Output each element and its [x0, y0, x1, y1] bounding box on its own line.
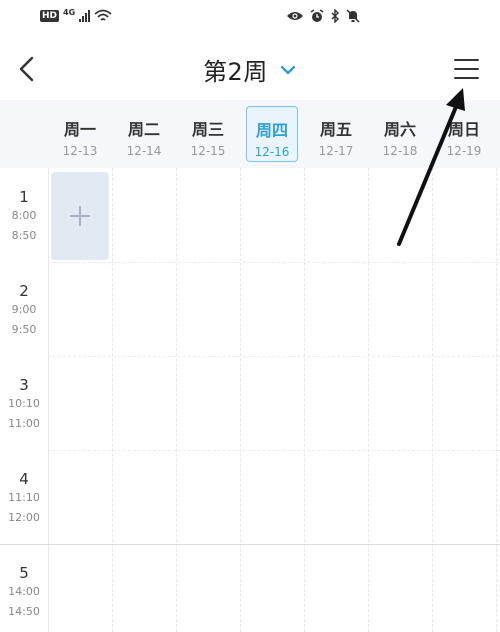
period-end-time: 14:50: [8, 605, 40, 618]
period-start-time: 9:00: [11, 303, 37, 316]
day-header-5[interactable]: 周五 12-17: [310, 106, 362, 162]
day-name: 周四: [255, 121, 288, 140]
period-number: 3: [19, 376, 29, 394]
signal-icon: [79, 10, 91, 22]
day-date: 12-17: [318, 144, 354, 158]
day-date: 12-14: [126, 144, 162, 158]
weekday-header-row: 周一 12-13 周二 12-14 周三 12-15 周四 12-16 周五 12-17 周六 12-…: [0, 100, 500, 168]
day-date: 12-15: [190, 144, 226, 158]
period-start-time: 8:00: [11, 209, 37, 222]
grid-column-line: [176, 168, 177, 632]
period-end-time: 9:50: [11, 323, 37, 336]
period-label-1: 1 8:00 8:50: [0, 188, 48, 246]
session-divider: [0, 544, 500, 545]
day-header-4[interactable]: 周四 12-16: [246, 106, 298, 162]
day-name: 周二: [127, 120, 160, 139]
menu-button[interactable]: [450, 56, 484, 82]
status-center: [286, 9, 360, 23]
grid-column-line: [432, 168, 433, 632]
status-left: HD 4G: [40, 7, 112, 23]
network-type-label: 4G: [63, 7, 76, 17]
grid-column-line: [304, 168, 305, 632]
period-label-4: 4 11:10 12:00: [0, 470, 48, 528]
day-header-2[interactable]: 周二 12-14: [118, 106, 170, 162]
grid-row-line: [48, 450, 500, 451]
wifi-icon: [94, 9, 112, 21]
week-title: 第2周: [203, 58, 268, 86]
timetable-grid: 1 8:00 8:50 2 9:00 9:50 3 10:10 11:00 4 11:10 12:00…: [0, 168, 500, 632]
day-date: 12-19: [446, 144, 482, 158]
day-header-1[interactable]: 周一 12-13: [54, 106, 106, 162]
period-number: 1: [19, 188, 29, 206]
period-start-time: 11:10: [8, 491, 40, 504]
period-start-time: 14:00: [8, 585, 40, 598]
day-name: 周三: [191, 120, 224, 139]
add-course-button[interactable]: [51, 172, 109, 260]
day-date: 12-16: [254, 145, 290, 159]
grid-row-line: [48, 356, 500, 357]
period-label-2: 2 9:00 9:50: [0, 282, 48, 340]
grid-column-line: [496, 168, 497, 632]
hd-badge: HD: [40, 10, 60, 22]
grid-column-line: [240, 168, 241, 632]
day-header-6[interactable]: 周六 12-18: [374, 106, 426, 162]
week-selector[interactable]: 第2周: [0, 52, 500, 87]
mute-bell-icon: [346, 9, 360, 23]
period-label-3: 3 10:10 11:00: [0, 376, 48, 434]
period-number: 2: [19, 282, 29, 300]
day-header-3[interactable]: 周三 12-15: [182, 106, 234, 162]
grid-row-line: [48, 262, 500, 263]
day-name: 周五: [319, 120, 352, 139]
period-end-time: 11:00: [8, 417, 40, 430]
period-start-time: 10:10: [8, 397, 40, 410]
day-name: 周六: [383, 120, 416, 139]
status-bar: HD 4G: [0, 0, 500, 36]
day-name: 周一: [63, 120, 96, 139]
day-date: 12-13: [62, 144, 98, 158]
bluetooth-icon: [331, 9, 339, 23]
grid-column-line: [368, 168, 369, 632]
eye-icon: [287, 12, 303, 20]
period-label-5: 5 14:00 14:50: [0, 564, 48, 622]
grid-column-line: [112, 168, 113, 632]
period-number: 5: [19, 564, 29, 582]
alarm-icon: [310, 9, 324, 22]
top-app-bar: 第2周: [0, 36, 500, 100]
grid-column-line: [48, 168, 49, 632]
day-name: 周日: [447, 120, 480, 139]
period-end-time: 8:50: [11, 229, 37, 242]
day-date: 12-18: [382, 144, 418, 158]
period-end-time: 12:00: [8, 511, 40, 524]
period-number: 4: [19, 470, 29, 488]
day-header-7[interactable]: 周日 12-19: [438, 106, 490, 162]
chevron-down-icon: [280, 65, 296, 74]
app-screen: HD 4G 第2周 周一 12-13 周二 12-14 周三 12-15 周四 …: [0, 0, 500, 632]
